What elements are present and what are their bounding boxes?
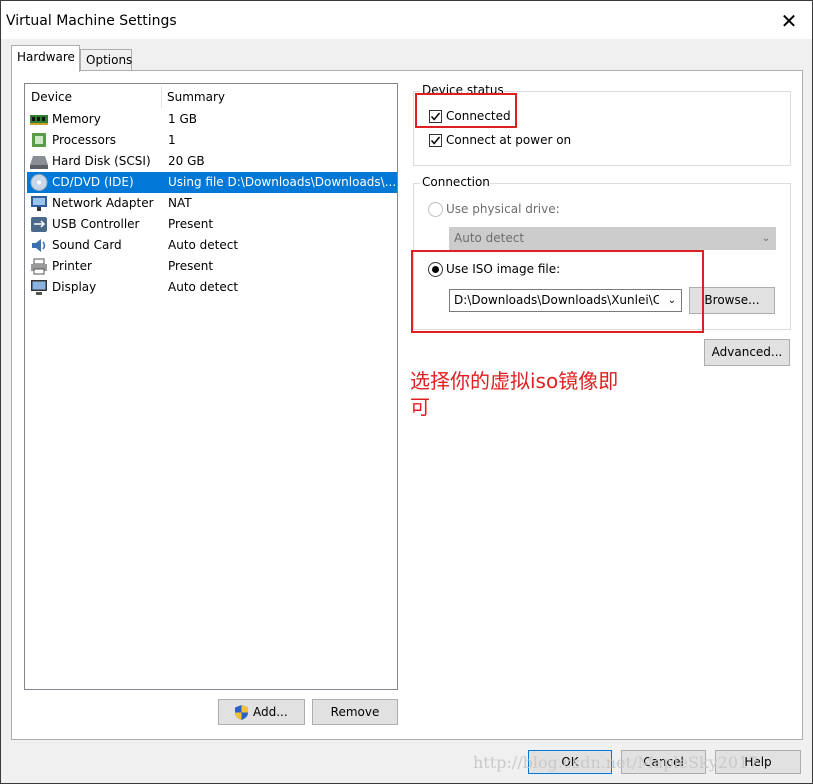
connect-at-power-on-label[interactable]: Connect at power on xyxy=(446,133,571,147)
use-physical-drive-label[interactable]: Use physical drive: xyxy=(446,202,560,216)
device-name: Display xyxy=(52,280,97,294)
device-row-display[interactable]: Display Auto detect xyxy=(27,277,397,298)
annotation-line-1: 选择你的虚拟iso镜像即 xyxy=(410,369,619,393)
memory-icon xyxy=(30,115,48,125)
device-list[interactable]: Device Summary Memory 1 GB Processors 1 … xyxy=(24,83,398,690)
device-summary: 1 GB xyxy=(168,112,197,126)
device-summary: 1 xyxy=(168,133,176,147)
display-icon xyxy=(31,280,47,295)
shield-icon xyxy=(235,705,248,720)
connect-at-power-on-checkbox[interactable] xyxy=(429,134,442,147)
device-list-header: Device Summary xyxy=(25,84,397,108)
device-row-processors[interactable]: Processors 1 xyxy=(27,130,397,151)
annotation-line-2: 可 xyxy=(410,395,430,419)
device-row-printer[interactable]: Printer Present xyxy=(27,256,397,277)
tab-hardware[interactable]: Hardware xyxy=(11,45,80,72)
device-name: Memory xyxy=(52,112,101,126)
column-header-summary[interactable]: Summary xyxy=(167,90,225,104)
device-row-memory[interactable]: Memory 1 GB xyxy=(27,109,397,130)
sound-card-icon xyxy=(32,239,46,252)
device-name: Network Adapter xyxy=(52,196,154,210)
close-icon[interactable]: ✕ xyxy=(771,5,807,37)
annotation-highlight-iso xyxy=(411,250,704,333)
network-adapter-icon xyxy=(31,196,47,211)
device-row-network-adapter[interactable]: Network Adapter NAT xyxy=(27,193,397,214)
add-button-label: Add... xyxy=(253,705,288,719)
virtual-machine-settings-window: Virtual Machine Settings ✕ Hardware Opti… xyxy=(0,0,813,784)
printer-icon xyxy=(31,258,47,275)
device-summary: NAT xyxy=(168,196,192,210)
usb-icon xyxy=(31,217,47,232)
remove-button[interactable]: Remove xyxy=(312,699,398,725)
chevron-down-icon: ⌄ xyxy=(757,228,775,249)
device-name: USB Controller xyxy=(52,217,140,231)
physical-drive-select[interactable]: Auto detect ⌄ xyxy=(449,227,776,250)
annotation-highlight-connected xyxy=(415,93,517,128)
device-row-cd-dvd[interactable]: CD/DVD (IDE) Using file D:\Downloads\Dow… xyxy=(27,172,397,193)
device-name: Sound Card xyxy=(52,238,122,252)
watermark: http://blog.csdn.net/MapleSky2017 xyxy=(473,753,759,772)
hard-disk-icon xyxy=(30,156,48,169)
processor-icon xyxy=(32,133,46,147)
physical-drive-value: Auto detect xyxy=(454,231,525,245)
cd-dvd-icon xyxy=(30,174,48,191)
column-header-device[interactable]: Device xyxy=(31,90,72,104)
checkmark-icon xyxy=(430,136,441,145)
annotation-text: 选择你的虚拟iso镜像即 可 xyxy=(410,368,618,420)
window-title: Virtual Machine Settings xyxy=(6,13,177,29)
device-summary: Auto detect xyxy=(168,238,239,252)
advanced-button[interactable]: Advanced... xyxy=(704,339,790,366)
device-name: Printer xyxy=(52,259,92,273)
hardware-tab-panel: Device Summary Memory 1 GB Processors 1 … xyxy=(11,70,803,740)
add-button[interactable]: Add... xyxy=(218,699,305,725)
device-row-usb-controller[interactable]: USB Controller Present xyxy=(27,214,397,235)
device-name: Hard Disk (SCSI) xyxy=(52,154,151,168)
device-summary: Present xyxy=(168,217,214,231)
column-divider[interactable] xyxy=(161,86,162,108)
device-summary: Present xyxy=(168,259,214,273)
device-row-hard-disk[interactable]: Hard Disk (SCSI) 20 GB xyxy=(27,151,397,172)
device-row-sound-card[interactable]: Sound Card Auto detect xyxy=(27,235,397,256)
connection-title: Connection xyxy=(420,175,490,189)
device-summary: 20 GB xyxy=(168,154,205,168)
device-name: Processors xyxy=(52,133,117,147)
title-bar: Virtual Machine Settings ✕ xyxy=(1,1,812,39)
device-summary: Using file D:\Downloads\Downloads\... xyxy=(168,175,397,189)
use-physical-drive-radio[interactable] xyxy=(428,202,443,217)
tab-options[interactable]: Options xyxy=(80,49,132,71)
device-summary: Auto detect xyxy=(168,280,239,294)
device-name: CD/DVD (IDE) xyxy=(52,175,134,189)
